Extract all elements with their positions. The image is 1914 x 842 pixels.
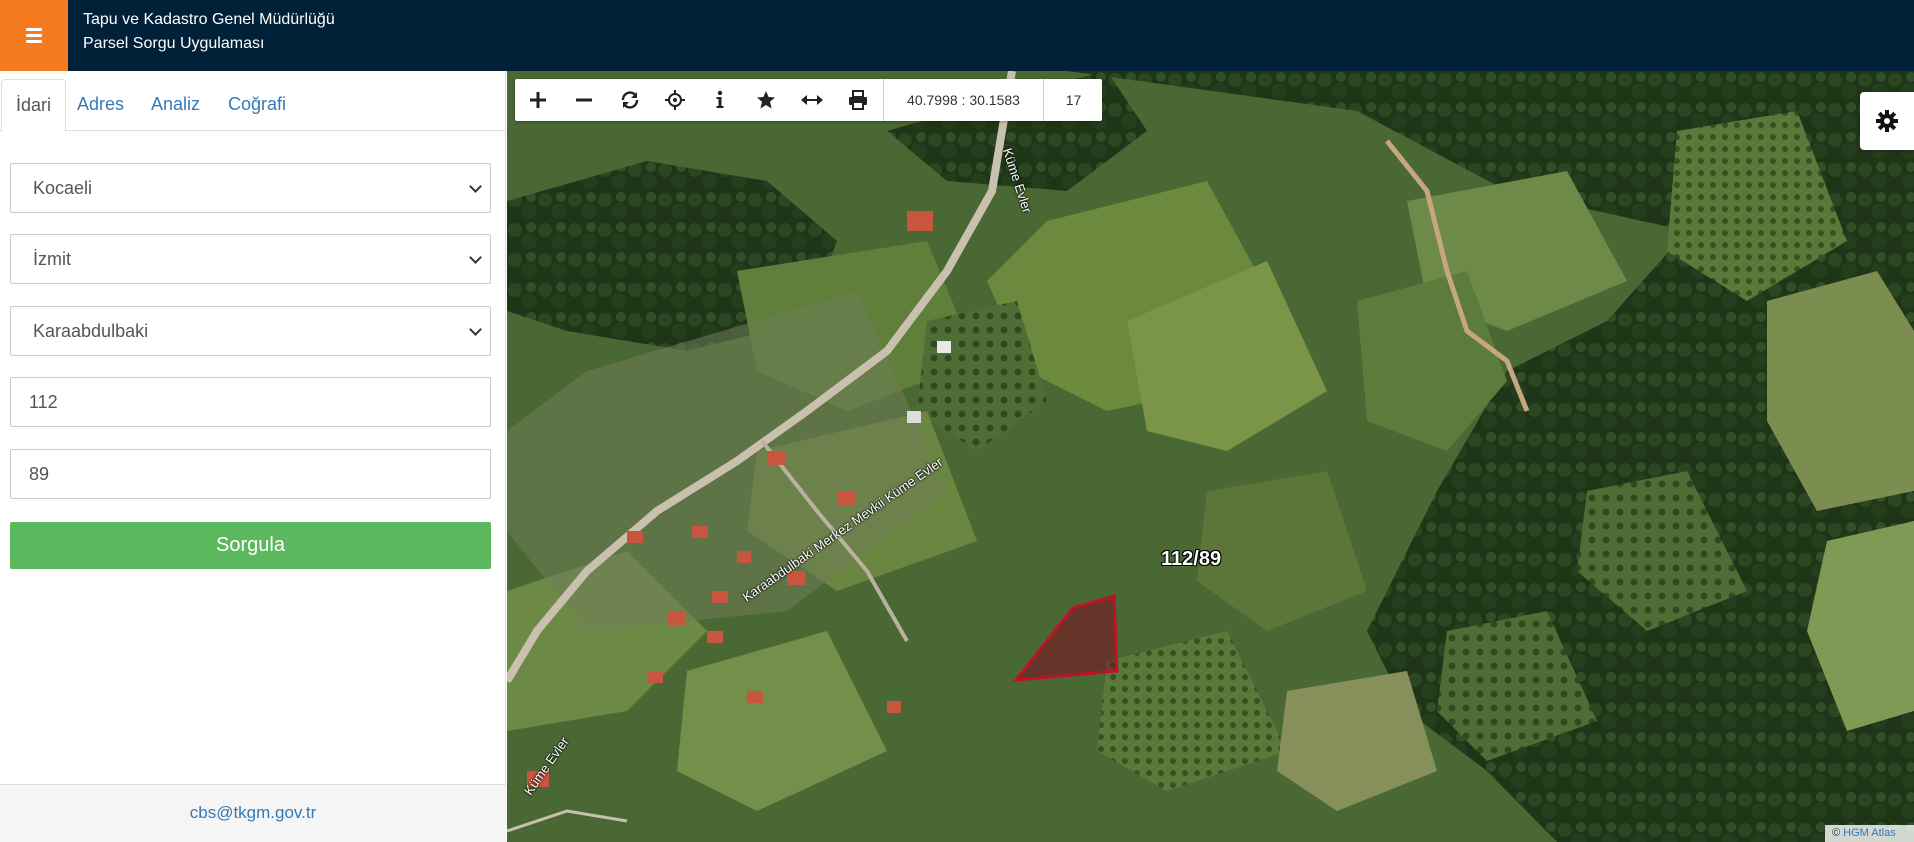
map-attribution: © HGM Atlas [1825, 825, 1914, 842]
zoom-out-icon [575, 98, 592, 102]
hgm-atlas-link[interactable]: HGM Atlas [1843, 827, 1896, 839]
contact-email-link[interactable]: cbs@tkgm.gov.tr [190, 803, 317, 822]
app-title-line1: Tapu ve Kadastro Genel Müdürlüğü [83, 11, 335, 28]
attribution-prefix: © [1832, 827, 1841, 839]
measure-button[interactable] [789, 79, 834, 121]
query-tabs: İdari Adres Analiz Coğrafi [0, 71, 506, 132]
measure-icon [800, 95, 823, 105]
gear-icon [1876, 110, 1898, 132]
coordinates-readout: 40.7998 : 30.1583 [883, 79, 1044, 121]
favorites-button[interactable] [743, 79, 788, 121]
settings-button[interactable] [1860, 92, 1914, 150]
query-panel: İdari Adres Analiz Coğrafi Kocaeli İzmit… [0, 71, 506, 842]
ada-input[interactable]: 112 [10, 377, 491, 427]
map-imagery [507, 71, 1914, 842]
ilce-select[interactable]: İzmit [10, 234, 491, 284]
parcel-label[interactable]: 112/89 [1161, 548, 1221, 571]
info-button[interactable] [697, 79, 742, 121]
tab-analiz[interactable]: Analiz [137, 79, 214, 131]
tab-cografi[interactable]: Coğrafi [214, 79, 300, 131]
tab-adres[interactable]: Adres [63, 79, 138, 131]
app-title-line2: Parsel Sorgu Uygulaması [83, 35, 265, 52]
info-icon [716, 90, 723, 108]
app-header: Tapu ve Kadastro Genel Müdürlüğü Parsel … [0, 0, 1914, 71]
il-select[interactable]: Kocaeli [10, 163, 491, 213]
zoom-in-button[interactable] [515, 79, 560, 121]
zoom-in-icon [529, 92, 546, 108]
menu-toggle-button[interactable] [0, 0, 68, 71]
zoom-out-button[interactable] [561, 79, 606, 121]
mahalle-select[interactable]: Karaabdulbaki [10, 306, 491, 356]
hamburger-icon [26, 28, 42, 43]
zoom-level-readout: 17 [1065, 92, 1082, 108]
refresh-icon [621, 91, 638, 109]
star-icon [756, 91, 775, 109]
sorgula-button[interactable]: Sorgula [10, 522, 491, 569]
parsel-input[interactable]: 89 [10, 449, 491, 499]
print-icon [848, 90, 867, 110]
locate-button[interactable] [652, 79, 697, 121]
locate-icon [664, 90, 685, 110]
tab-idari[interactable]: İdari [1, 79, 67, 132]
map-toolbar: 40.7998 : 30.1583 17 [515, 79, 1102, 121]
print-button[interactable] [835, 79, 880, 121]
contact-footer: cbs@tkgm.gov.tr [0, 784, 506, 842]
satellite-map[interactable]: Karaabdulbaki Merkez Mevkii Küme Evler K… [507, 71, 1914, 842]
refresh-button[interactable] [607, 79, 652, 121]
